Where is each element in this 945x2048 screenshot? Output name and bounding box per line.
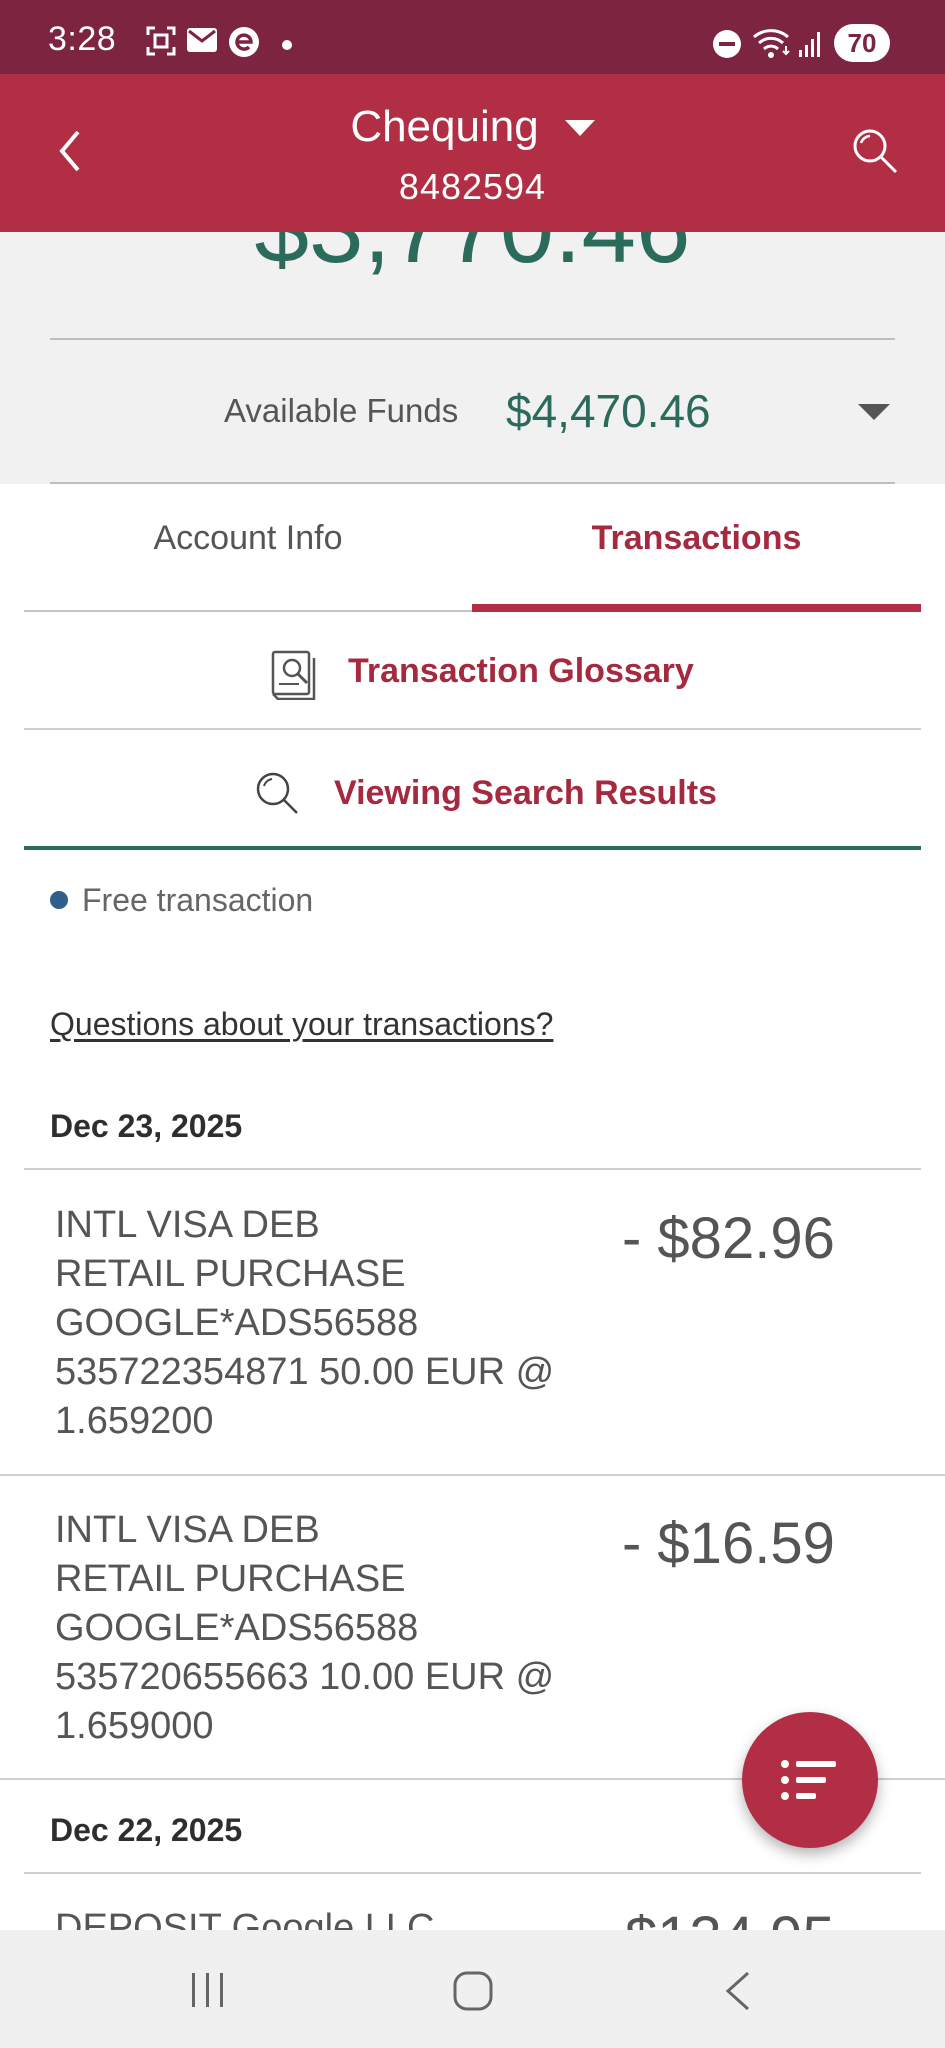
filter-sort-button[interactable] [742, 1712, 878, 1848]
app-header: Chequing 8482594 [0, 74, 945, 232]
status-bar: 3:28 70 [0, 0, 945, 74]
transaction-description: INTL VISA DEB RETAIL PURCHASE GOOGLE*ADS… [55, 1509, 555, 1747]
account-selector[interactable]: Chequing [0, 102, 945, 152]
transaction-amount: - $82.96 [622, 1206, 835, 1271]
dnd-icon [713, 30, 741, 58]
battery-icon: 70 [834, 24, 890, 62]
caret-down-icon [564, 120, 595, 136]
notification-dot [282, 40, 292, 50]
glossary-book-icon [271, 650, 316, 700]
search-results-button[interactable]: Viewing Search Results [24, 730, 921, 850]
search-icon[interactable] [850, 126, 900, 176]
available-funds-label: Available Funds [224, 392, 459, 429]
nav-back-icon[interactable] [722, 1970, 754, 2012]
divider [50, 338, 895, 340]
filter-list-icon [781, 1760, 836, 1800]
home-icon[interactable] [452, 1970, 494, 2012]
balance-panel: $3,770.46 Available Funds $4,470.46 [0, 232, 945, 484]
questions-link[interactable]: Questions about your transactions? [50, 1006, 553, 1043]
tab-account-info[interactable]: Account Info [24, 484, 472, 612]
search-icon [256, 772, 298, 814]
system-nav-bar [0, 1930, 945, 2048]
account-number: 8482594 [398, 166, 547, 207]
date-header: Dec 23, 2025 [50, 1108, 243, 1144]
mail-icon [187, 28, 217, 52]
recent-apps-icon[interactable] [188, 1970, 228, 2010]
e-app-icon [229, 27, 259, 57]
screenshot-icon [146, 26, 176, 56]
divider [0, 1474, 945, 1476]
tab-bar: Account Info Transactions [24, 484, 921, 612]
wifi-icon [753, 29, 790, 58]
active-tab-indicator [472, 604, 921, 612]
search-results-label: Viewing Search Results [334, 774, 717, 812]
expand-caret-icon[interactable] [858, 404, 890, 420]
current-balance: $3,770.46 [0, 232, 945, 285]
divider [24, 1872, 921, 1874]
transaction-glossary-button[interactable]: Transaction Glossary [24, 612, 921, 730]
free-transaction-label: Free transaction [82, 882, 314, 918]
account-title: Chequing [350, 102, 539, 151]
tab-transactions[interactable]: Transactions [472, 484, 921, 612]
date-header: Dec 22, 2025 [50, 1812, 243, 1848]
transaction-glossary-label: Transaction Glossary [348, 652, 694, 690]
signal-icon [799, 32, 820, 57]
transaction-description: INTL VISA DEB RETAIL PURCHASE GOOGLE*ADS… [55, 1204, 555, 1442]
divider [24, 1168, 921, 1170]
available-funds-value: $4,470.46 [506, 385, 711, 437]
transaction-amount: - $16.59 [622, 1511, 835, 1576]
status-time: 3:28 [48, 20, 117, 58]
free-transaction-dot-icon [50, 891, 68, 909]
